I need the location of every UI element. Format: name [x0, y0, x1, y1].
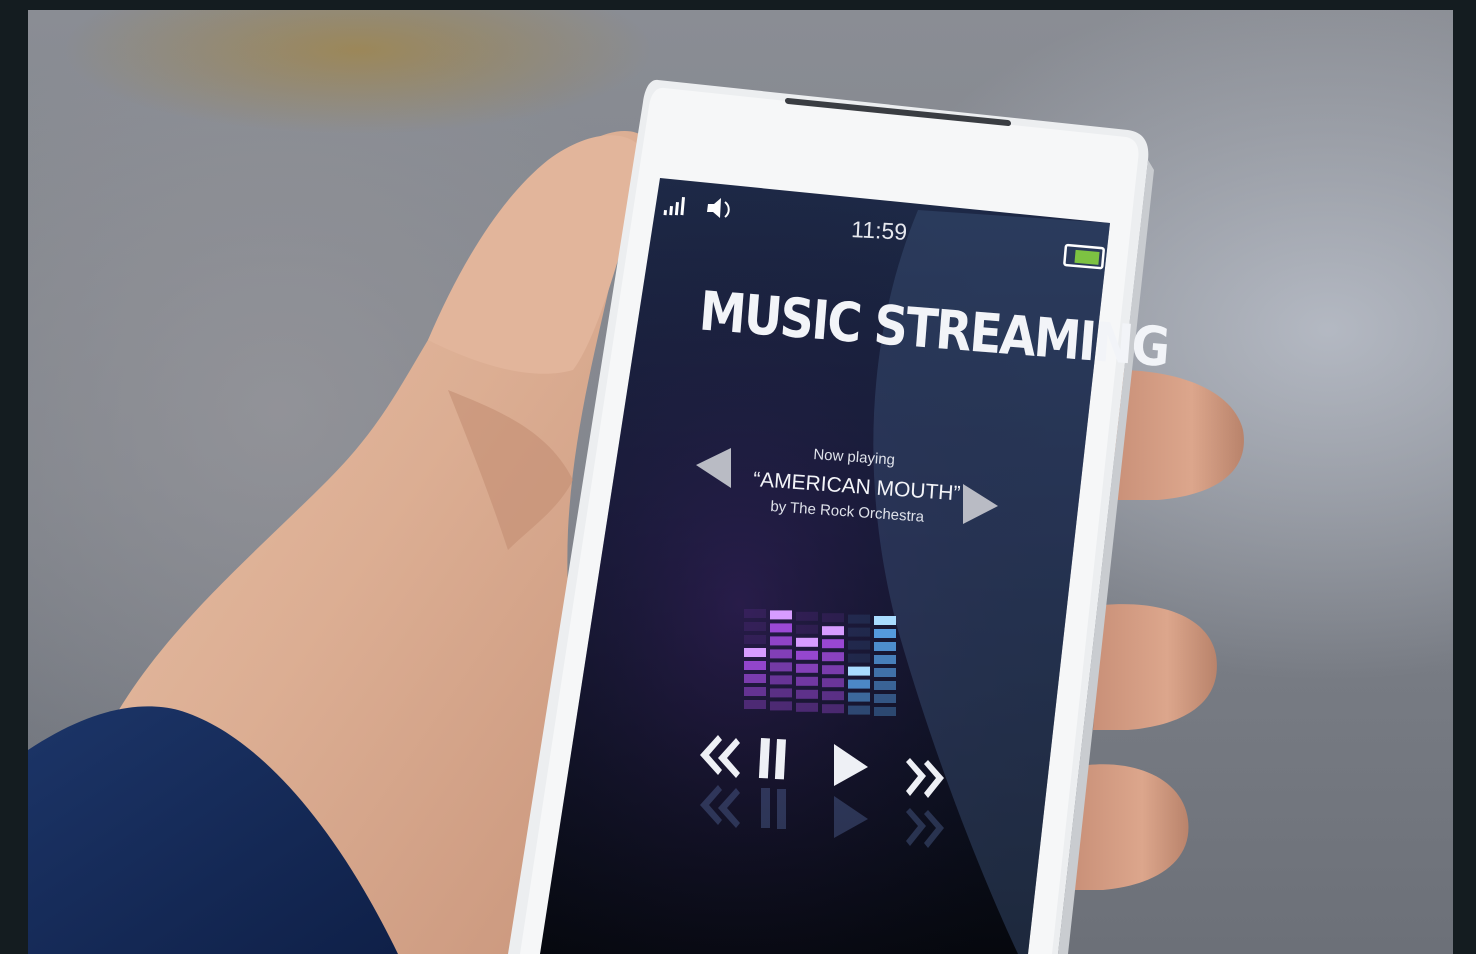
- eq-segment: [822, 704, 844, 714]
- eq-segment: [848, 640, 870, 650]
- eq-segment: [848, 679, 870, 689]
- photo-scene: [28, 79, 1244, 954]
- eq-segment: [874, 707, 896, 716]
- eq-segment: [770, 675, 792, 685]
- eq-segment: [848, 614, 870, 624]
- finger-2: [1093, 604, 1217, 730]
- eq-segment: [848, 666, 870, 676]
- eq-segment: [770, 688, 792, 698]
- eq-segment: [796, 624, 818, 634]
- eq-segment: [822, 613, 844, 623]
- eq-segment: [744, 687, 766, 696]
- eq-segment: [770, 649, 792, 659]
- finger-1: [1113, 370, 1244, 500]
- eq-segment: [744, 609, 766, 618]
- eq-segment: [770, 610, 792, 620]
- eq-segment: [796, 611, 818, 621]
- eq-segment: [770, 623, 792, 633]
- eq-segment: [874, 642, 896, 651]
- eq-segment: [874, 668, 896, 677]
- photo-frame: 11:59 MUSIC STREAMING Now playing “AMERI…: [28, 10, 1453, 954]
- eq-segment: [744, 674, 766, 683]
- eq-segment: [848, 692, 870, 702]
- eq-segment: [822, 678, 844, 688]
- eq-segment: [744, 700, 766, 709]
- eq-segment: [848, 653, 870, 663]
- eq-segment: [822, 652, 844, 662]
- eq-segment: [874, 655, 896, 664]
- eq-segment: [796, 637, 818, 647]
- eq-segment: [874, 616, 896, 625]
- finger-3: [1073, 764, 1189, 890]
- eq-segment: [796, 650, 818, 660]
- eq-segment: [822, 639, 844, 649]
- eq-segment: [822, 626, 844, 636]
- eq-segment: [874, 681, 896, 690]
- eq-segment: [770, 701, 792, 711]
- eq-segment: [796, 663, 818, 673]
- eq-segment: [822, 691, 844, 701]
- eq-segment: [744, 635, 766, 644]
- eq-segment: [848, 705, 870, 715]
- eq-segment: [770, 662, 792, 672]
- eq-segment: [796, 702, 818, 712]
- eq-segment: [770, 636, 792, 646]
- eq-segment: [848, 627, 870, 637]
- eq-segment: [744, 648, 766, 657]
- eq-segment: [822, 665, 844, 675]
- eq-segment: [874, 694, 896, 703]
- eq-segment: [744, 661, 766, 670]
- eq-segment: [874, 629, 896, 638]
- eq-segment: [796, 676, 818, 686]
- eq-segment: [744, 622, 766, 631]
- eq-segment: [796, 689, 818, 699]
- status-time: 11:59: [850, 216, 908, 245]
